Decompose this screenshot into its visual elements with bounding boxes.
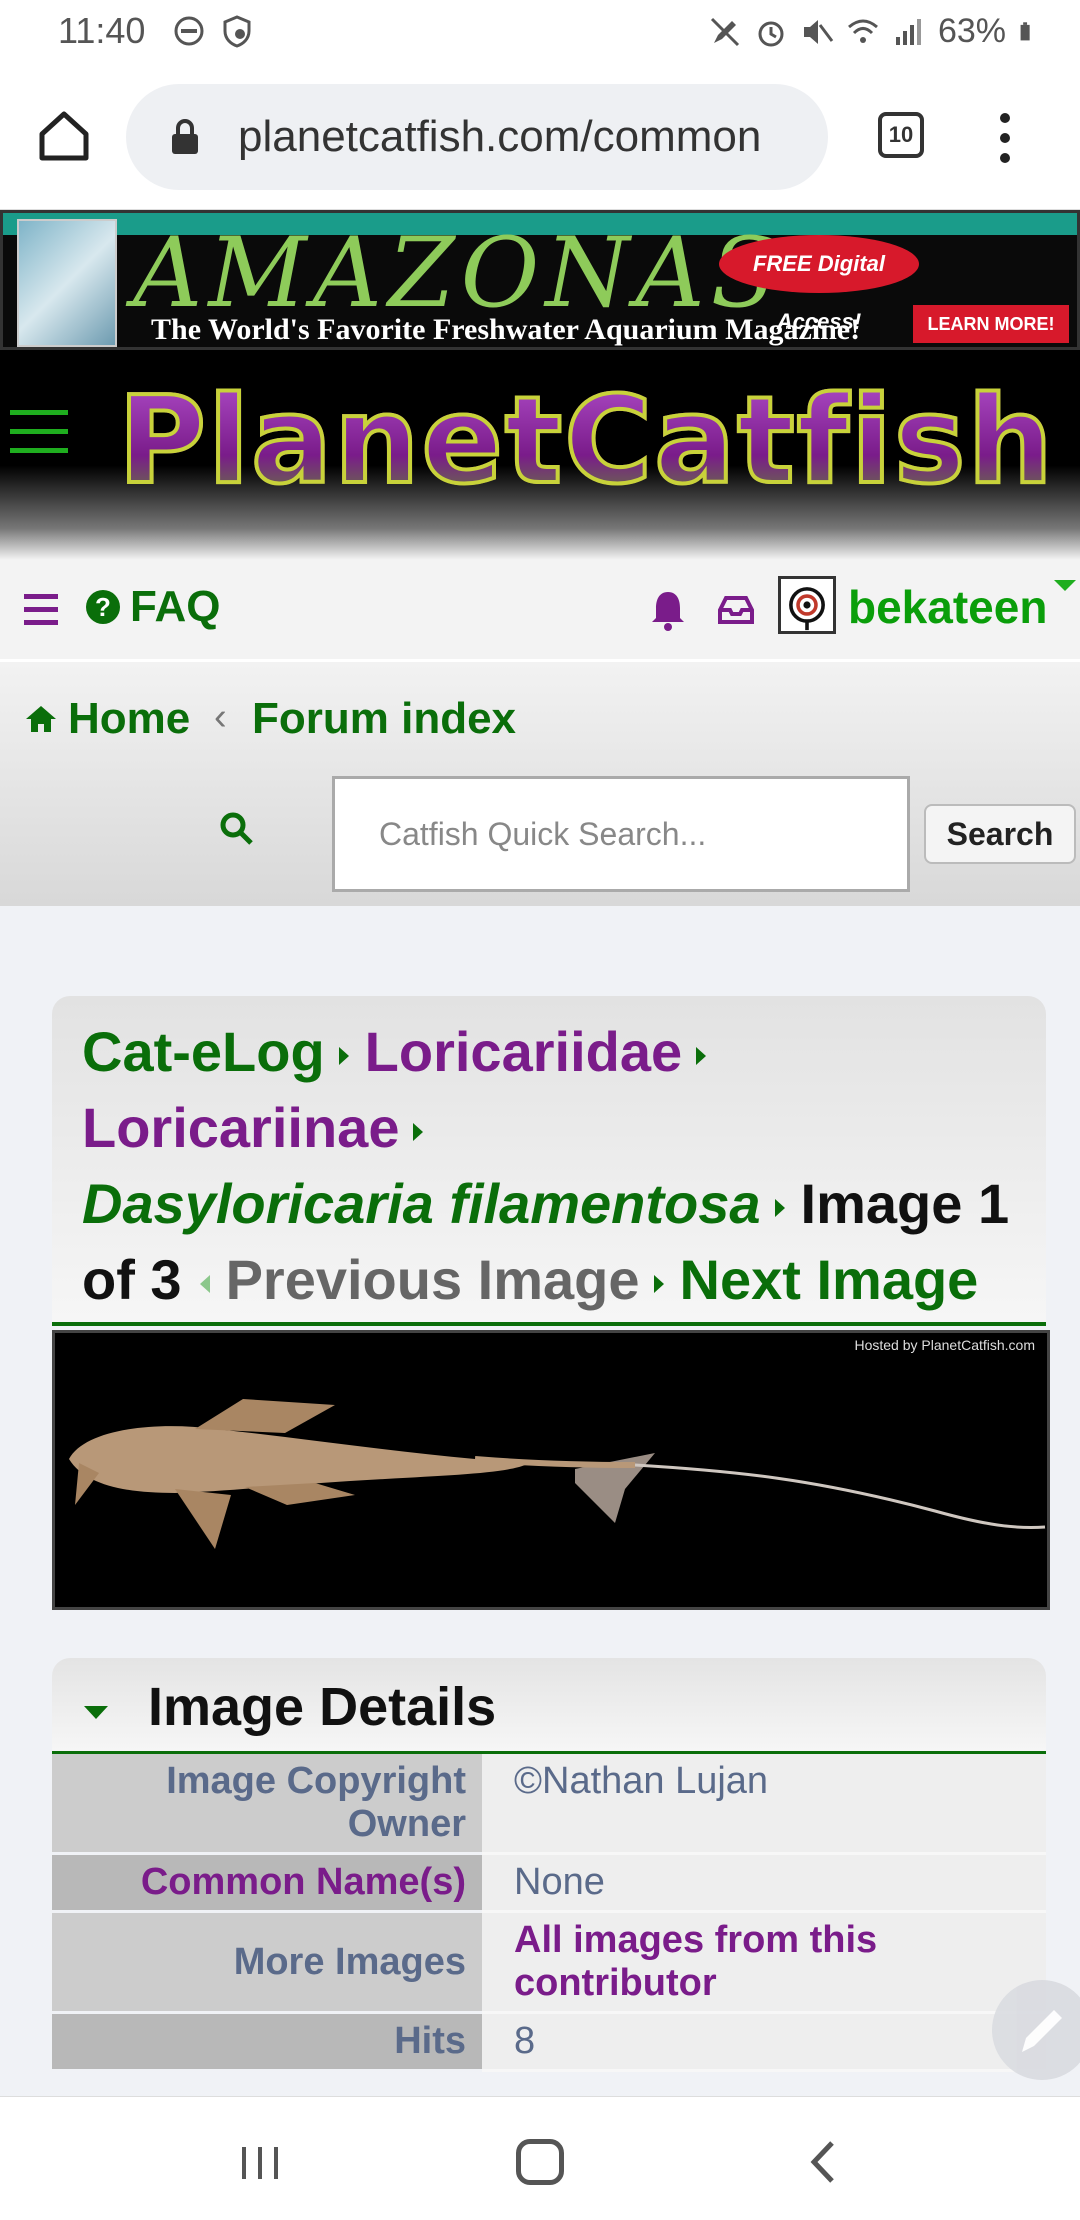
breadcrumb-forum-index[interactable]: Forum index [252, 694, 516, 744]
catfish-photo[interactable]: Hosted by PlanetCatfish.com [52, 1330, 1050, 1610]
notifications-bell-icon[interactable] [648, 588, 688, 632]
image-details-header[interactable]: Image Details [52, 1658, 1046, 1754]
more-images-label: More Images [52, 1911, 482, 2014]
collapse-triangle-icon[interactable] [84, 1706, 108, 1719]
username-link[interactable]: bekateen [848, 580, 1047, 634]
image-position: Image 1 [800, 1172, 1010, 1235]
system-nav-bar [0, 2096, 1080, 2220]
edit-off-icon [710, 17, 739, 46]
hits-value: 8 [482, 2012, 1046, 2072]
main-content: Cat-eLog Loricariidae Loricariinae Dasylo… [0, 906, 1080, 2096]
copyright-owner-label: Image Copyright Owner [52, 1754, 482, 1855]
question-icon: ? [86, 590, 120, 624]
browser-menu-icon[interactable] [990, 112, 1020, 164]
battery-icon [1020, 21, 1030, 40]
home-icon [26, 706, 56, 732]
status-icons-right: 63% [708, 12, 1040, 51]
arrow-right-icon [696, 1047, 707, 1066]
home-icon[interactable] [34, 106, 94, 166]
arrow-left-icon [199, 1275, 210, 1294]
subfamily-link[interactable]: Loricariinae [82, 1096, 399, 1159]
breadcrumb-bar: Home ‹ Forum index Catfish Quick Search.… [0, 662, 1080, 906]
table-row: Hits 8 [52, 2012, 1046, 2072]
ad-badge: FREE Digital Access! [719, 235, 919, 334]
site-header: PlanetCatfish [0, 350, 1080, 560]
mute-icon [803, 19, 834, 44]
system-home-button[interactable] [516, 2139, 564, 2185]
ad-banner[interactable]: AMAZONAS FREE Digital Access! The World'… [0, 210, 1080, 350]
image-details-table: Image Copyright Owner ©Nathan Lujan Comm… [52, 1754, 1046, 2072]
breadcrumb-home-label: Home [68, 694, 191, 743]
next-image-link[interactable]: Next Image [680, 1248, 979, 1311]
arrow-right-icon [338, 1047, 349, 1066]
recent-apps-icon[interactable] [238, 2143, 284, 2183]
alarm-icon [758, 21, 784, 46]
status-bar: 11:40 63% [0, 0, 1080, 64]
battery-percent: 63% [937, 12, 1006, 50]
common-names-value: None [482, 1853, 1046, 1913]
wifi-icon [847, 19, 878, 43]
arrow-right-icon [653, 1275, 664, 1294]
forum-navbar: ? FAQ bekateen [0, 560, 1080, 662]
site-menu-icon[interactable] [10, 410, 68, 453]
catelog-breadcrumb-card: Cat-eLog Loricariidae Loricariinae Dasylo… [52, 996, 1046, 1326]
user-avatar[interactable] [778, 576, 836, 634]
catelog-root-link[interactable]: Cat-eLog [82, 1020, 325, 1083]
contributor-images-link[interactable]: All images from this contributor [482, 1911, 1046, 2014]
site-logo[interactable]: PlanetCatfish [116, 370, 1055, 513]
image-details-panel: Image Details Image Copyright Owner ©Nat… [52, 1658, 1046, 2096]
copyright-owner-value: ©Nathan Lujan [482, 1754, 1046, 1855]
lock-icon [172, 119, 198, 154]
table-row: Common Name(s) None [52, 1853, 1046, 1913]
search-button[interactable]: Search [924, 804, 1076, 864]
tab-switcher-button[interactable]: 10 [878, 112, 924, 158]
magazine-cover-image [17, 219, 117, 347]
arrow-right-icon [413, 1123, 424, 1142]
hits-label: Hits [52, 2012, 482, 2072]
family-link[interactable]: Loricariidae [365, 1020, 682, 1083]
do-not-disturb-icon [174, 16, 204, 46]
catelog-breadcrumb: Cat-eLog Loricariidae Loricariinae Dasylo… [82, 1014, 1016, 1318]
image-details-title: Image Details [148, 1677, 497, 1737]
clock: 11:40 [58, 10, 146, 51]
back-icon[interactable] [802, 2137, 842, 2187]
status-icons-left [172, 14, 254, 48]
fish-illustration [69, 1399, 1046, 1549]
browser-toolbar: planetcatfish.com/common 10 [0, 64, 1080, 210]
image-count: of 3 [82, 1248, 182, 1311]
breadcrumb-separator: ‹ [214, 696, 227, 738]
address-bar[interactable]: planetcatfish.com/common [126, 84, 828, 190]
search-icon [220, 812, 253, 845]
shield-icon [223, 15, 251, 48]
table-row: Image Copyright Owner ©Nathan Lujan [52, 1754, 1046, 1855]
floating-edit-button[interactable] [992, 1980, 1080, 2080]
url-text: planetcatfish.com/common [238, 112, 762, 161]
common-names-label: Common Name(s) [52, 1853, 482, 1913]
inbox-icon[interactable] [716, 594, 756, 626]
species-link[interactable]: Dasyloricaria filamentosa [82, 1172, 761, 1235]
faq-link[interactable]: ? FAQ [86, 582, 220, 632]
faq-label: FAQ [130, 582, 221, 631]
ad-tagline: The World's Favorite Freshwater Aquarium… [151, 313, 861, 346]
pencil-icon [1022, 2010, 1062, 2052]
user-dropdown-caret-icon[interactable] [1054, 580, 1076, 591]
arrow-right-icon [774, 1199, 785, 1218]
catfish-quick-search-input[interactable]: Catfish Quick Search... [332, 776, 910, 892]
table-row: More Images All images from this contrib… [52, 1911, 1046, 2014]
learn-more-button[interactable]: LEARN MORE! [913, 305, 1069, 343]
breadcrumb-home[interactable]: Home [24, 694, 190, 744]
signal-icon [895, 18, 921, 45]
previous-image-link: Previous Image [225, 1248, 640, 1311]
quick-links-menu-icon[interactable] [24, 594, 58, 625]
